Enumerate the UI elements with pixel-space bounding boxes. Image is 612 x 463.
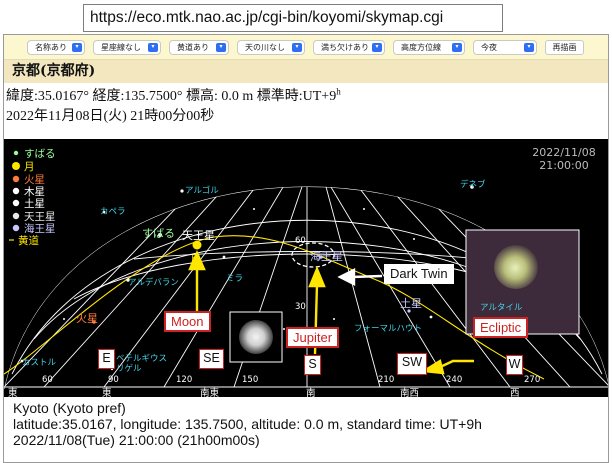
- dir-label-east: 東: [102, 387, 112, 397]
- dir-tag-s: S: [304, 355, 321, 375]
- milky-way-select-label: 天の川なし: [245, 43, 285, 52]
- label-mars: 火星: [76, 312, 98, 325]
- chevron-down-icon: ▾: [216, 43, 226, 52]
- legend-saturn: 土星: [24, 197, 45, 210]
- legend-neptune: 海王星: [24, 222, 56, 235]
- star-name-algol: アルゴル: [185, 185, 219, 196]
- phases-select-label: 満ち欠けあり: [321, 43, 369, 52]
- map-stamp-date: 2022/11/08: [532, 146, 595, 159]
- chevron-down-icon: ▾: [452, 43, 462, 52]
- caption-location: Kyoto (Kyoto pref): [13, 400, 126, 416]
- ecliptic-select-label: 黄道あり: [177, 43, 209, 52]
- location-title: 京都(京都府): [4, 60, 608, 83]
- az-label-240: 240: [446, 375, 462, 385]
- coordinates-text: 緯度:35.0167° 経度:135.7500° 標高: 0.0 m 標準時:U…: [6, 89, 337, 104]
- ecliptic-tag: Ecliptic: [473, 317, 529, 338]
- english-caption: Kyoto (Kyoto pref) latitude:35.0167, lon…: [4, 397, 608, 462]
- dark-twin-arrow: [337, 268, 383, 286]
- dir-tag-e: E: [98, 349, 115, 369]
- legend-moon: 月: [24, 161, 35, 173]
- az-label-150: 150: [242, 375, 258, 385]
- sky-map[interactable]: すばる 月 火星 木星 土星 天王星 海王星 黄道 2022/11/08 21:…: [4, 139, 608, 397]
- legend-jupiter: 木星: [24, 186, 45, 198]
- dir-label-south: 南: [306, 387, 316, 397]
- names-select-label: 名称あり: [35, 43, 67, 52]
- label-saturn: 土星: [400, 297, 422, 310]
- star-name-rigel: リゲル: [116, 363, 142, 374]
- map-stamp-time: 21:00:00: [539, 159, 588, 172]
- datetime-line: 2022年11月08日(火) 21時00分00秒: [6, 109, 215, 124]
- label-subaru: すばる: [142, 227, 175, 240]
- star-name-fomalhaut: フォーマルハウト: [354, 324, 422, 334]
- phases-select[interactable]: 満ち欠けあり ▾: [313, 40, 385, 55]
- az-label-90: 90: [108, 375, 119, 385]
- alt-az-lines-select-label: 高度方位線: [401, 43, 441, 52]
- legend-uranus: 天王星: [24, 211, 56, 223]
- label-uranus: 天王星: [182, 229, 215, 242]
- coordinates-line: 緯度:35.0167° 経度:135.7500° 標高: 0.0 m 標準時:U…: [6, 85, 341, 105]
- star-name-betelgeuse: ベテルギウス: [116, 354, 167, 364]
- jupiter-inset-disk: [239, 320, 273, 354]
- chevron-down-icon: ▾: [292, 43, 302, 52]
- dark-twin-tag: Dark Twin: [384, 264, 454, 284]
- dark-twin-disk: [494, 245, 538, 289]
- constellation-lines-select[interactable]: 星座線なし ▾: [93, 40, 161, 55]
- legend-mars: 火星: [24, 174, 45, 186]
- star-name-mira: ミラ: [226, 274, 243, 284]
- time-select[interactable]: 今夜 ▾: [473, 40, 537, 55]
- dir-tag-se: SE: [199, 349, 224, 369]
- legend-subaru: すばる: [24, 148, 56, 160]
- star-name-altair: アルタイル: [480, 303, 523, 313]
- caption-coordinates: latitude:35.0167, longitude: 135.7500, a…: [13, 416, 482, 432]
- alt-az-lines-select[interactable]: 高度方位線 ▾: [393, 40, 465, 55]
- legend-swatches: [9, 150, 20, 241]
- legend-ecliptic: 黄道: [18, 234, 39, 247]
- label-moon: 月: [190, 253, 201, 266]
- milky-way-select[interactable]: 天の川なし ▾: [237, 40, 305, 55]
- az-label-120: 120: [176, 375, 192, 385]
- dir-tag-sw: SW: [397, 353, 427, 375]
- names-select[interactable]: 名称あり ▾: [27, 40, 85, 55]
- alt-label-60: 60: [295, 236, 306, 246]
- star-name-capella: カペラ: [100, 207, 126, 217]
- star-name-castor: カストル: [22, 358, 57, 368]
- chevron-down-icon: ▾: [524, 43, 534, 52]
- chevron-down-icon: ▾: [72, 43, 82, 52]
- legend: すばる 月 火星 木星 土星 天王星 海王星 黄道: [18, 148, 56, 247]
- chevron-down-icon: ▾: [372, 43, 382, 52]
- caption-datetime: 2022/11/08(Tue) 21:00:00 (21h00m00s): [13, 432, 260, 448]
- dir-label-southeast: 南東: [200, 387, 220, 397]
- jupiter-tag: Jupiter: [286, 327, 340, 348]
- moon-tag: Moon: [164, 311, 211, 332]
- timezone-sup: h: [336, 86, 341, 97]
- chevron-down-icon: ▾: [148, 43, 158, 52]
- options-toolbar: 名称あり ▾ 星座線なし ▾ 黄道あり ▾ 天の川なし ▾ 満ち欠けあり ▾ 高度方位線 ▾…: [4, 35, 608, 60]
- time-select-label: 今夜: [481, 43, 497, 52]
- redraw-button[interactable]: 再描画: [545, 40, 584, 55]
- dir-label-west: 西: [510, 388, 520, 397]
- az-label-270: 270: [524, 375, 540, 385]
- ecliptic-select[interactable]: 黄道あり ▾: [169, 40, 229, 55]
- label-neptune: 海王星: [310, 249, 343, 263]
- direction-labels: 東 東 南東 南 南西 西: [8, 387, 520, 397]
- dir-tag-w: W: [506, 355, 523, 375]
- star-name-deneb: デネブ: [460, 179, 486, 190]
- dir-label-southwest: 南西: [400, 387, 419, 397]
- az-label-60: 60: [42, 375, 53, 385]
- url-bar[interactable]: https://eco.mtk.nao.ac.jp/cgi-bin/koyomi…: [83, 4, 503, 32]
- dir-label-east-edge: 東: [8, 387, 18, 397]
- constellation-lines-label: 星座線なし: [101, 43, 141, 52]
- az-label-210: 210: [378, 375, 394, 385]
- skymap-page: 名称あり ▾ 星座線なし ▾ 黄道あり ▾ 天の川なし ▾ 満ち欠けあり ▾ 高度方位線 ▾…: [3, 34, 609, 463]
- alt-label-30: 30: [295, 302, 306, 312]
- star-name-aldebaran: アルデバラン: [128, 277, 179, 288]
